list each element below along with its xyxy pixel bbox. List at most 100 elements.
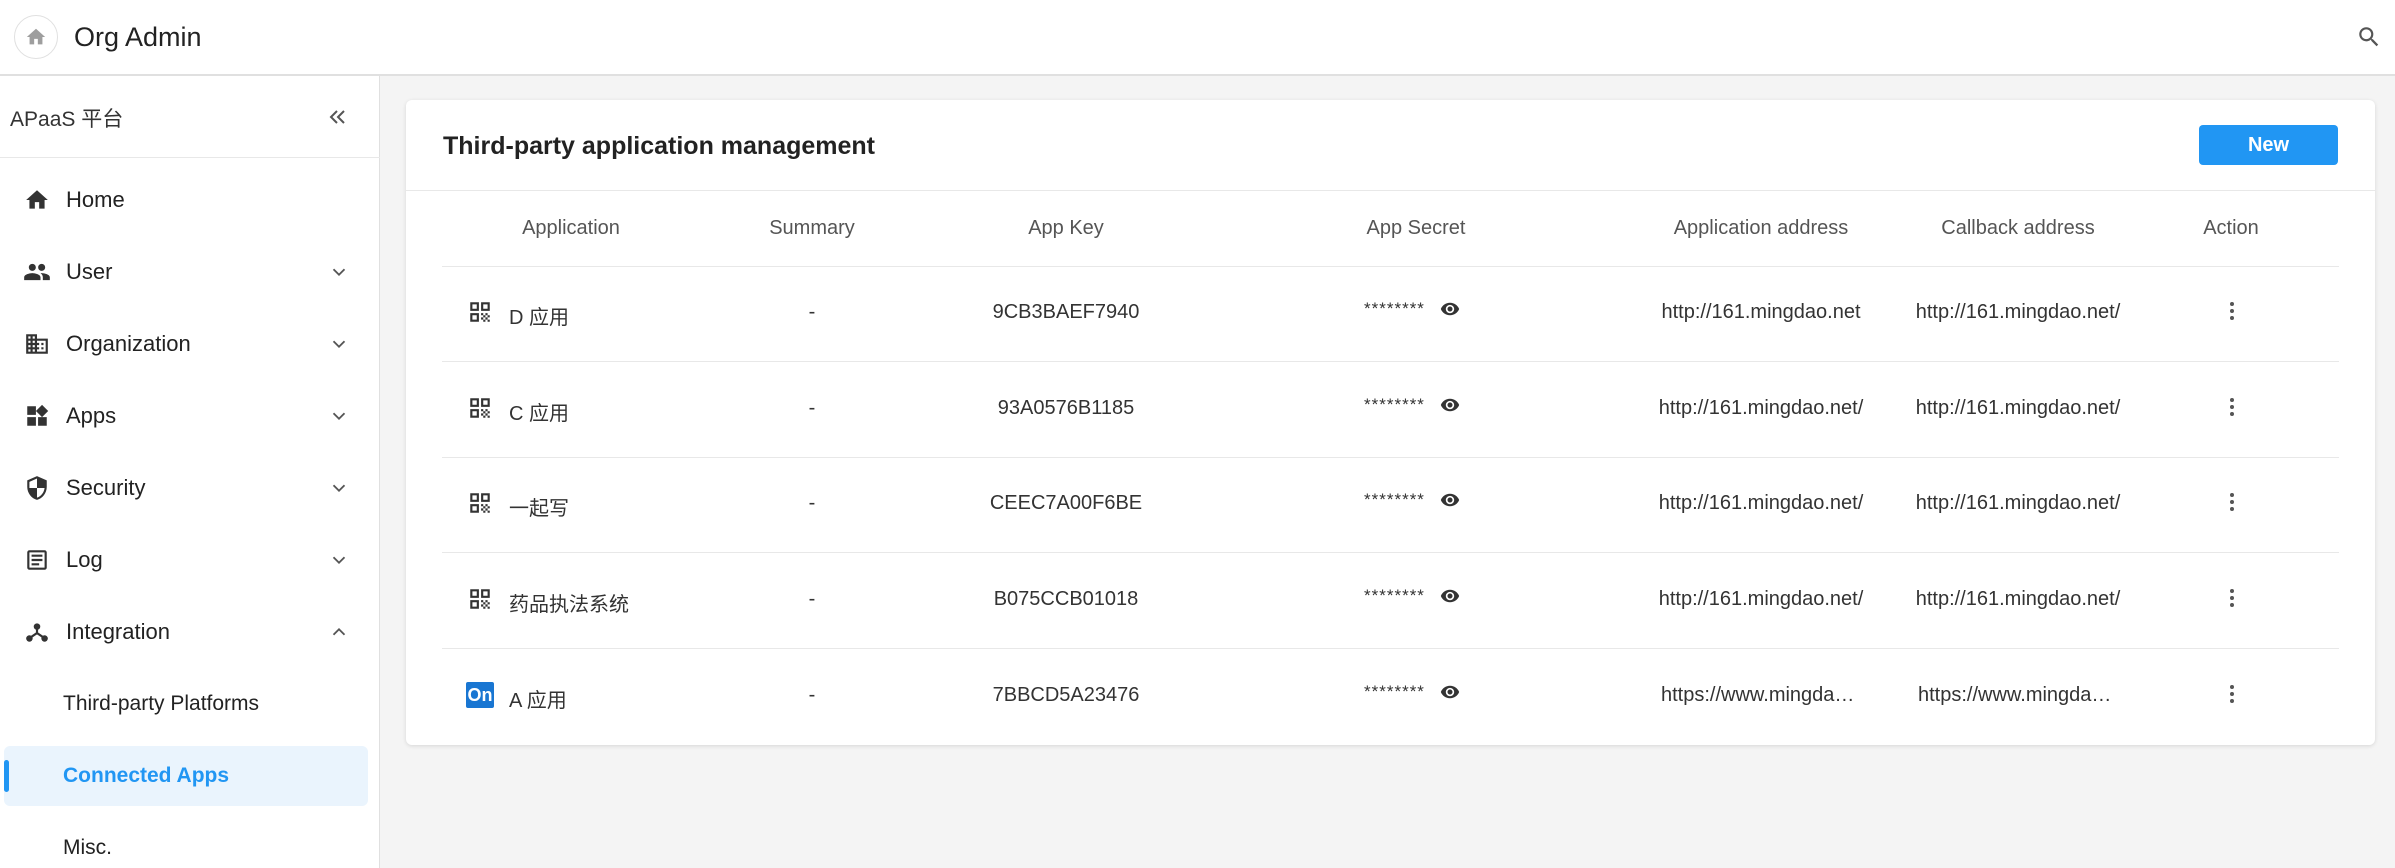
callback-address-cell: http://161.mingdao.net/ bbox=[1915, 301, 2121, 323]
column-header-application-address: Application address bbox=[1673, 217, 1849, 239]
application-address-cell: http://161.mingdao.net/ bbox=[1658, 588, 1864, 610]
chevron-up-icon bbox=[324, 617, 354, 647]
app-key-cell: 7BBCD5A23476 bbox=[992, 684, 1140, 706]
chevron-down-icon bbox=[324, 545, 354, 575]
eye-icon[interactable] bbox=[1439, 298, 1461, 320]
eye-icon[interactable] bbox=[1439, 681, 1461, 703]
sidebar-subitem-connected-apps[interactable]: Connected Apps bbox=[0, 746, 380, 806]
column-header-callback-address: Callback address bbox=[1941, 217, 2095, 239]
sidebar-subitem-misc[interactable]: Misc. bbox=[0, 818, 380, 868]
summary-cell: - bbox=[808, 588, 816, 610]
divider bbox=[442, 648, 2339, 649]
sidebar-item-organization[interactable]: Organization bbox=[0, 312, 380, 376]
sidebar-item-label: Apps bbox=[66, 403, 117, 428]
home-icon bbox=[26, 28, 46, 45]
sidebar-subitem-third-party-platforms[interactable]: Third-party Platforms bbox=[0, 674, 380, 734]
app-name[interactable]: 一起写 bbox=[509, 492, 709, 521]
qr-code-icon bbox=[466, 585, 494, 613]
column-header-app-secret: App Secret bbox=[1366, 217, 1466, 239]
column-header-action: Action bbox=[2203, 217, 2259, 239]
callback-address-cell: https://www.mingdao.com/ bbox=[1918, 684, 2118, 706]
app-secret-cell: ******** bbox=[1364, 585, 1461, 607]
qr-code-icon bbox=[466, 394, 494, 422]
app-management-card: Third-party application management New A… bbox=[406, 100, 2375, 745]
sidebar-item-home[interactable]: Home bbox=[0, 168, 380, 232]
chevron-down-icon bbox=[324, 257, 354, 287]
double-chevron-left-icon bbox=[329, 110, 345, 124]
application-address-cell: https://www.mingdao.com/ bbox=[1661, 684, 1861, 706]
search-button[interactable] bbox=[2354, 22, 2384, 52]
chevron-down-icon bbox=[324, 329, 354, 359]
shield-icon bbox=[22, 473, 52, 503]
secret-mask: ******** bbox=[1364, 299, 1425, 318]
callback-address-cell: http://161.mingdao.net/ bbox=[1915, 588, 2121, 610]
more-vert-icon[interactable] bbox=[2218, 584, 2246, 612]
secret-mask: ******** bbox=[1364, 586, 1425, 605]
on-logo-icon: On bbox=[466, 681, 494, 709]
app-key-cell: CEEC7A00F6BE bbox=[989, 492, 1143, 514]
sidebar-item-log[interactable]: Log bbox=[0, 528, 380, 592]
integration-hub-icon bbox=[22, 617, 52, 647]
summary-cell: - bbox=[808, 684, 816, 706]
more-vert-icon[interactable] bbox=[2218, 488, 2246, 516]
more-vert-icon[interactable] bbox=[2218, 393, 2246, 421]
qr-code-icon bbox=[466, 298, 494, 326]
on-logo-text: On bbox=[466, 682, 494, 708]
app-name[interactable]: C 应用 bbox=[509, 397, 709, 426]
summary-cell: - bbox=[808, 397, 816, 419]
building-icon bbox=[22, 329, 52, 359]
collapse-sidebar-button[interactable] bbox=[322, 102, 352, 132]
secret-mask: ******** bbox=[1364, 682, 1425, 701]
more-vert-icon[interactable] bbox=[2218, 297, 2246, 325]
sidebar-item-label: Log bbox=[66, 547, 103, 572]
divider bbox=[442, 361, 2339, 362]
divider bbox=[442, 266, 2339, 267]
app-title: Org Admin bbox=[74, 22, 202, 52]
app-secret-cell: ******** bbox=[1364, 394, 1461, 416]
page-title: Third-party application management bbox=[443, 132, 876, 160]
app-name[interactable]: 药品执法系统 bbox=[509, 588, 709, 617]
sidebar-item-apps[interactable]: Apps bbox=[0, 384, 380, 448]
chevron-down-icon bbox=[324, 401, 354, 431]
sidebar-item-label: Integration bbox=[66, 619, 170, 644]
eye-icon[interactable] bbox=[1439, 489, 1461, 511]
secret-mask: ******** bbox=[1364, 490, 1425, 509]
sidebar-item-user[interactable]: User bbox=[0, 240, 380, 304]
column-header-summary: Summary bbox=[769, 217, 855, 239]
chevron-down-icon bbox=[324, 473, 354, 503]
app-secret-cell: ******** bbox=[1364, 298, 1461, 320]
qr-code-icon bbox=[466, 489, 494, 517]
log-list-icon bbox=[22, 545, 52, 575]
column-header-app-key: App Key bbox=[1028, 217, 1104, 239]
app-key-cell: 93A0576B1185 bbox=[997, 397, 1135, 419]
application-address-cell: http://161.mingdao.net bbox=[1661, 301, 1861, 323]
more-vert-icon[interactable] bbox=[2218, 680, 2246, 708]
people-icon bbox=[22, 257, 52, 287]
sidebar-subitem-label: Third-party Platforms bbox=[63, 692, 260, 715]
app-secret-cell: ******** bbox=[1364, 489, 1461, 511]
app-name[interactable]: D 应用 bbox=[509, 301, 709, 330]
secret-mask: ******** bbox=[1364, 395, 1425, 414]
sidebar-item-integration[interactable]: Integration bbox=[0, 600, 380, 664]
eye-icon[interactable] bbox=[1439, 394, 1461, 416]
sidebar-item-label: Security bbox=[66, 475, 146, 500]
active-indicator bbox=[4, 760, 9, 792]
top-bar: Org Admin bbox=[0, 0, 2395, 76]
column-header-application: Application bbox=[522, 217, 620, 239]
app-name[interactable]: A 应用 bbox=[509, 684, 709, 713]
new-button[interactable]: New bbox=[2199, 125, 2338, 165]
application-address-cell: http://161.mingdao.net/ bbox=[1658, 492, 1864, 514]
sidebar-item-label: User bbox=[66, 259, 113, 284]
sidebar-item-security[interactable]: Security bbox=[0, 456, 380, 520]
sidebar: APaaS 平台 Home User Organization Apps Sec… bbox=[0, 76, 380, 868]
home-icon bbox=[22, 185, 52, 215]
sidebar-header: APaaS 平台 bbox=[0, 76, 380, 158]
platform-title: APaaS 平台 bbox=[10, 108, 124, 131]
callback-address-cell: http://161.mingdao.net/ bbox=[1915, 492, 2121, 514]
home-button[interactable] bbox=[14, 15, 58, 59]
divider bbox=[442, 552, 2339, 553]
app-secret-cell: ******** bbox=[1364, 681, 1461, 703]
summary-cell: - bbox=[808, 492, 816, 514]
summary-cell: - bbox=[808, 301, 816, 323]
eye-icon[interactable] bbox=[1439, 585, 1461, 607]
